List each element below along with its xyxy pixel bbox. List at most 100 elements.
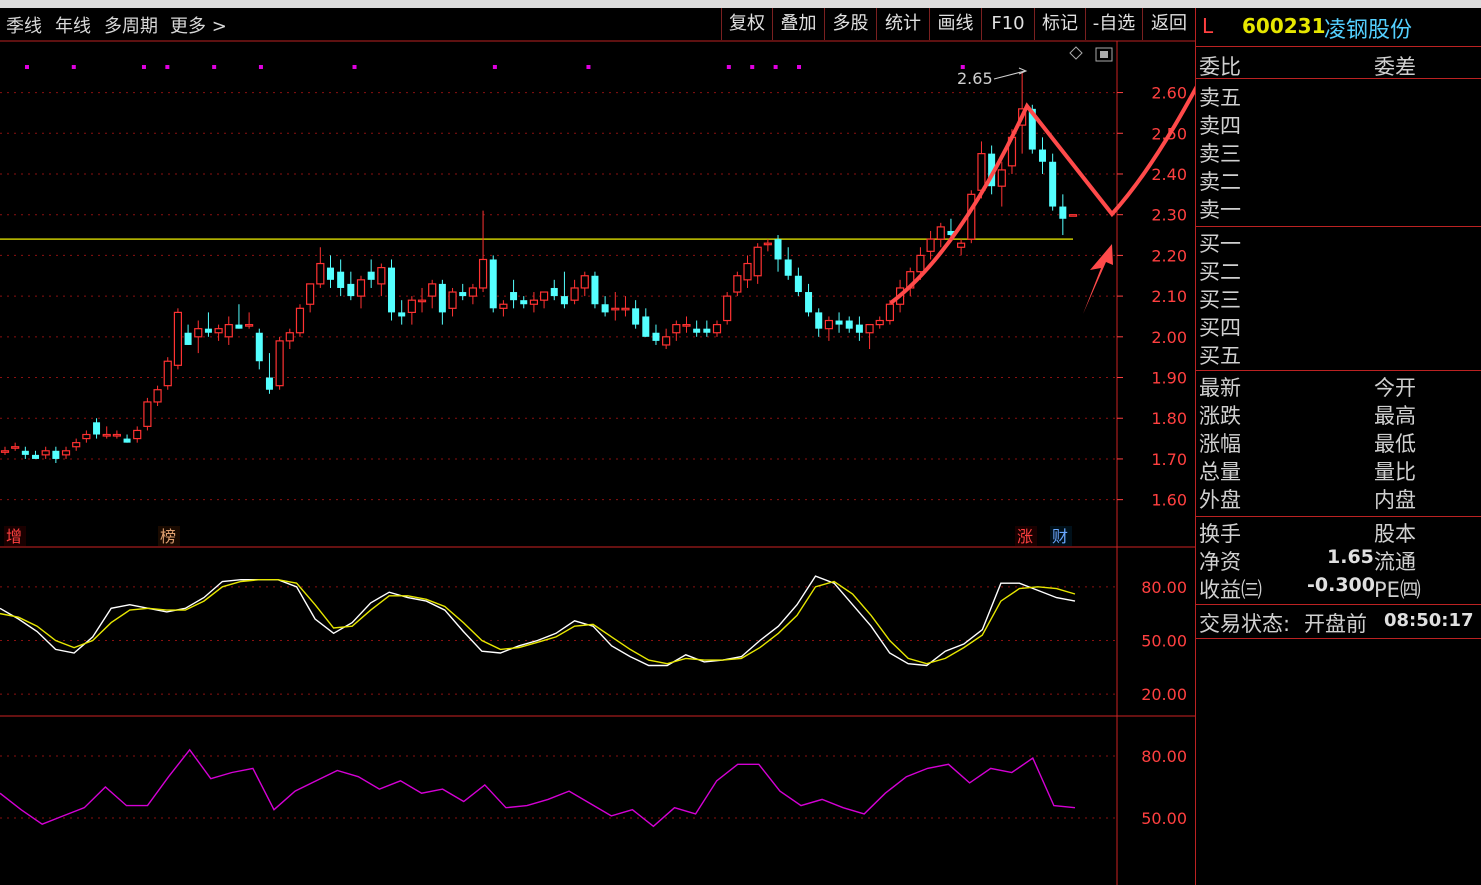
kd-lines (0, 575, 1076, 667)
statistics-button[interactable]: 统计 (876, 8, 929, 40)
period-yearly-tab[interactable]: 年线 (55, 12, 91, 38)
marker-zeng[interactable]: 增 (6, 527, 22, 546)
candle (255, 328, 263, 370)
f10-button[interactable]: F10 (981, 8, 1034, 40)
candle-body (591, 275, 599, 305)
drawing-button[interactable]: 画线 (929, 8, 981, 40)
separator (1196, 78, 1481, 79)
candle (662, 328, 671, 350)
candle-body (805, 292, 813, 313)
candle (997, 161, 1006, 207)
candle (529, 292, 539, 313)
separator (1196, 46, 1481, 47)
candle (794, 267, 802, 297)
candle (285, 328, 294, 350)
multi-period-tab[interactable]: 多周期 (104, 12, 158, 38)
marker-bang[interactable]: 榜 (160, 527, 176, 546)
adjust-rights-button[interactable]: 复权 (721, 8, 772, 40)
candle-body (255, 332, 263, 362)
candle (184, 324, 192, 345)
candle-body (784, 259, 792, 276)
stock-code[interactable]: 600231 (1242, 14, 1326, 38)
chart-toolbar: 季线 年线 多周期 更多 > 复权 叠加 多股 统计 画线 F10 标记 -自选… (0, 8, 1195, 40)
signal-dot (726, 65, 731, 69)
candle-body (977, 153, 986, 191)
candle (835, 312, 843, 333)
candle-body (61, 450, 71, 456)
mark-button[interactable]: 标记 (1034, 8, 1085, 40)
price-tick-label: 2.30 (1151, 206, 1187, 225)
candle-body (580, 275, 589, 289)
back-button[interactable]: 返回 (1142, 8, 1195, 40)
candle-body (347, 283, 355, 297)
kline-chart-area[interactable]: 2.602.502.402.302.202.102.001.901.801.70… (0, 40, 1195, 885)
more-menu[interactable]: 更多 > (170, 12, 227, 38)
candle-body (529, 299, 539, 305)
candle-body (763, 242, 772, 246)
signal-dot (25, 65, 29, 69)
signal-dot (165, 65, 170, 69)
diamond-icon[interactable] (1069, 46, 1083, 60)
candle (295, 304, 305, 337)
candle (306, 283, 315, 313)
price-tick-label: 2.00 (1151, 328, 1187, 347)
rsi-lines (0, 748, 1076, 828)
candle (560, 271, 568, 309)
candle-body (459, 292, 467, 297)
candle (539, 291, 549, 309)
signal-dot (492, 65, 497, 69)
candle-body (153, 389, 162, 403)
candle (510, 279, 518, 309)
candle-body (499, 303, 508, 309)
open-label: 今开 (1374, 376, 1416, 400)
order-ratio-label: 委比 (1199, 55, 1241, 79)
candle-body (632, 308, 640, 325)
candle-body (794, 275, 802, 293)
candle-body (570, 287, 579, 301)
candle-body (1059, 206, 1067, 219)
ask-5-label: 卖五 (1199, 86, 1241, 110)
candle-body (885, 303, 895, 322)
price-tick-label: 2.20 (1151, 246, 1187, 265)
candle (265, 353, 273, 394)
candle (93, 418, 101, 439)
candle (723, 292, 732, 325)
candle-body (743, 262, 752, 281)
candle (41, 446, 50, 459)
stock-name[interactable]: 凌钢股份 (1324, 12, 1412, 44)
candle-body (123, 438, 131, 443)
marker-cai[interactable]: 财 (1052, 527, 1068, 546)
candle-body (733, 275, 742, 293)
candle-body (21, 450, 29, 455)
period-quarterly-tab[interactable]: 季线 (6, 12, 42, 38)
overlay-button[interactable]: 叠加 (772, 8, 824, 40)
candle-body (245, 324, 254, 327)
candle (1068, 214, 1078, 217)
order-diff-label: 委差 (1374, 55, 1416, 79)
candle (326, 255, 334, 288)
indicator-tick-label: 20.00 (1141, 685, 1187, 704)
candle (1038, 137, 1046, 174)
candle-body (52, 450, 60, 459)
candle (163, 357, 172, 390)
candle-body (815, 312, 823, 329)
change-pct-label: 涨幅 (1199, 432, 1241, 456)
multi-stock-button[interactable]: 多股 (824, 8, 876, 40)
candle (214, 324, 223, 341)
handdrawn-annotation-path (890, 85, 1195, 304)
remove-watchlist-button[interactable]: -自选 (1085, 8, 1142, 40)
signal-dot (586, 65, 591, 69)
candle (926, 230, 935, 260)
candle (712, 320, 722, 337)
candle-body (235, 324, 243, 329)
signal-dot (352, 65, 357, 69)
marker-zhang[interactable]: 涨 (1017, 527, 1033, 546)
candle-body (337, 271, 345, 288)
candle-body (41, 450, 50, 456)
signal-dot (258, 65, 263, 69)
candle-body (865, 324, 874, 334)
candle (52, 446, 60, 464)
candle-body (407, 299, 416, 313)
candle-body (957, 242, 966, 248)
candle (743, 255, 752, 288)
